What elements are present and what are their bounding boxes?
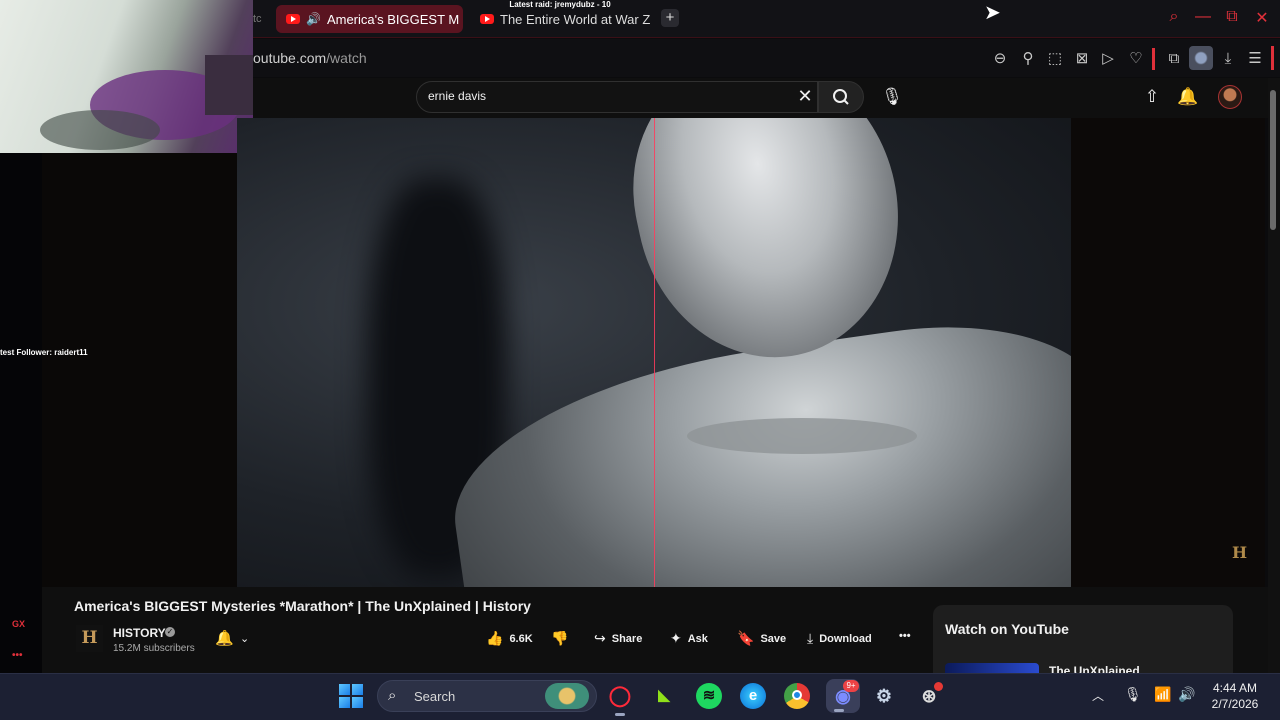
new-tab-button[interactable]: + [661,9,679,27]
wifi-icon[interactable]: 📶 [1154,686,1171,703]
share-icon: ↪ [594,630,606,646]
microphone-icon[interactable]: 🎙 [1124,686,1142,703]
next-video-thumbnail[interactable] [945,663,1039,673]
tab-title: The Entire World at War Zo [500,11,650,27]
browser-sidebar [0,153,42,673]
steam-icon[interactable]: ⚙ [871,683,897,709]
tab-partial[interactable]: tc [253,5,265,33]
sidebar-more-button[interactable]: ••• [12,650,23,661]
verified-badge-icon: ✓ [165,627,175,637]
player-icon[interactable]: ▷ [1097,48,1119,70]
search-icon: ⌕ [388,687,397,704]
dislike-button[interactable]: 👎 [551,630,568,647]
youtube-icon [480,14,494,24]
watch-on-youtube-title: Watch on YouTube [945,621,1069,637]
search-tabs-icon[interactable]: ⌕ [1163,8,1185,26]
close-window-button[interactable]: ✕ [1251,8,1273,28]
save-button[interactable]: 🔖 Save [737,630,786,647]
ask-button[interactable]: ✦ Ask [670,630,708,647]
sparkle-icon: ✦ [670,630,682,646]
subscribe-bell-icon[interactable]: 🔔 [215,629,234,647]
tab-americas-biggest[interactable]: 🔊 America's BIGGEST M [276,5,463,33]
menu-icon[interactable]: ☰ [1244,48,1266,70]
search-button[interactable] [818,81,864,113]
tab-title: America's BIGGEST M [326,11,460,27]
extensions-icon[interactable]: ⧉ [1163,48,1185,70]
ad-block-icon[interactable]: ⊠ [1071,48,1093,70]
download-icon: ⤓ [807,630,814,646]
spotify-icon[interactable]: ≋ [696,683,722,709]
chevron-down-icon[interactable]: ⌄ [240,632,249,645]
search-query[interactable]: ernie davis [428,89,486,103]
clock-date: 2/7/2026 [1211,697,1259,711]
gx-corner-button[interactable]: GX [12,619,25,629]
thumbs-down-icon: 👎 [551,630,569,646]
ask-label: Ask [687,632,708,645]
video-title: America's BIGGEST Mysteries *Marathon* |… [74,598,531,614]
theater-backdrop [1071,118,1265,587]
channel-name[interactable]: HISTORY [113,626,166,640]
discord-badge: 9+ [843,680,859,692]
tab-entire-world-at-war[interactable]: The Entire World at War Zo [470,5,650,33]
taskbar-search-placeholder: Search [414,689,456,704]
save-label: Save [760,632,787,645]
nvidia-icon[interactable]: ◣ [651,683,677,709]
search-icon [833,89,849,105]
latest-follower-label: test Follower: raidert11 [0,348,88,357]
edge-icon[interactable]: e [740,683,766,709]
channel-avatar[interactable]: H [76,625,103,652]
share-label: Share [611,632,643,645]
taskbar-clock[interactable]: 4:44 AM 2/7/2026 [1208,680,1262,712]
minimize-button[interactable]: — [1192,8,1214,26]
notification-dot [934,682,943,691]
speaker-icon[interactable]: 🔊 [306,12,321,26]
restore-button[interactable]: ⧉ [1221,8,1243,26]
notifications-bell-icon[interactable]: 🔔 [1176,86,1200,108]
mouse-cursor-icon: ➤ [984,2,1001,24]
url-path: /watch [326,50,367,66]
clock-time: 4:44 AM [1212,681,1258,695]
clear-search-icon[interactable]: ✕ [796,86,814,106]
search-highlight-icon [545,683,589,709]
youtube-icon [286,14,300,24]
like-button[interactable]: 👍 6.6K [486,630,533,647]
cursor-line [654,118,655,587]
next-video-title[interactable]: The UnXplained [1049,664,1140,673]
microphone-icon[interactable]: 🎙 [880,86,904,108]
windows-taskbar [0,673,1280,720]
zoom-out-icon[interactable]: ⊖ [989,48,1011,70]
subscriber-count: 15.2M subscribers [113,643,195,654]
like-count: 6.6K [509,632,533,645]
history-watermark: H [1232,543,1248,562]
download-icon[interactable]: ⤓ [1217,48,1239,70]
toolbar-divider [1152,48,1155,70]
sidebar-edge [1271,46,1274,70]
opera-gx-icon[interactable]: ◯ [607,683,633,716]
chrome-icon[interactable] [784,683,810,709]
account-avatar[interactable] [1218,85,1242,109]
share-button[interactable]: ↪ Share [594,630,642,647]
tray-overflow-icon[interactable]: ︿ [1092,687,1104,704]
latest-raid-label: Latest raid: jremydubz - 10 [509,0,611,9]
volume-icon[interactable]: 🔊 [1178,686,1195,703]
upload-icon[interactable]: ⇧ [1140,86,1164,108]
left-backdrop [42,153,237,588]
webcam-overlay [0,0,253,153]
video-player[interactable] [237,118,1071,587]
download-label: Download [819,632,872,645]
thumbs-up-icon: 👍 [486,630,504,646]
bookmark-icon: 🔖 [737,630,755,646]
pin-icon[interactable]: ⚲ [1017,48,1039,70]
download-button[interactable]: ⤓ Download [807,630,872,647]
windows-start-icon[interactable] [339,684,363,708]
page-scrollbar[interactable] [1268,78,1280,673]
snapshot-icon[interactable]: ⬚ [1044,48,1066,70]
address-bar[interactable]: outube.com/watch [253,50,367,66]
heart-icon[interactable]: ♡ [1125,48,1147,70]
more-actions-button[interactable]: ••• [899,630,911,642]
url-host: outube.com [253,50,327,66]
profile-icon[interactable] [1189,46,1213,70]
